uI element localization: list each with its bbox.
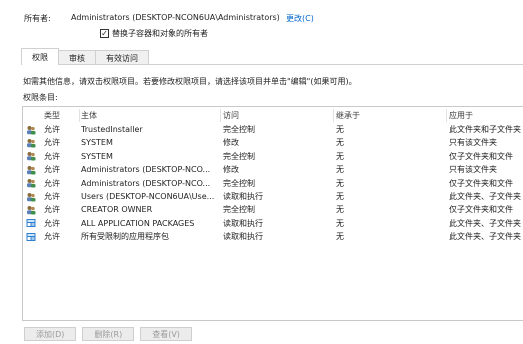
users-icon bbox=[26, 177, 38, 190]
owner-label: 所有者: bbox=[24, 14, 51, 23]
column-header-type[interactable]: 类型 bbox=[44, 109, 80, 122]
cell-applies-to: 仅子文件夹和文件 bbox=[449, 205, 513, 215]
tab-panel-border bbox=[21, 64, 523, 65]
cell-principal: CREATOR OWNER bbox=[81, 205, 153, 215]
add-button[interactable]: 添加(D) bbox=[24, 327, 77, 341]
cell-type: 允许 bbox=[44, 151, 60, 161]
users-icon bbox=[26, 150, 38, 163]
cell-type: 允许 bbox=[44, 218, 60, 228]
users-icon bbox=[26, 123, 38, 136]
cell-type: 允许 bbox=[44, 138, 60, 148]
cell-type: 允许 bbox=[44, 125, 60, 134]
column-header-access[interactable]: 访问 bbox=[223, 109, 333, 122]
cell-principal: 所有受限制的应用程序包 bbox=[81, 232, 169, 242]
cell-principal: Users (DESKTOP-NCON6UA\Use... bbox=[81, 192, 215, 201]
cell-principal: Administrators (DESKTOP-NCO... bbox=[81, 165, 211, 175]
cell-principal: ALL APPLICATION PACKAGES bbox=[81, 218, 195, 228]
table-row[interactable]: 允许 SYSTEM 完全控制 无 仅子文件夹和文件 bbox=[23, 150, 523, 163]
cell-access: 完全控制 bbox=[223, 125, 255, 134]
cell-access: 修改 bbox=[223, 165, 239, 175]
column-header-principal[interactable]: 主体 bbox=[81, 109, 221, 122]
cell-inherited-from: 无 bbox=[336, 151, 344, 161]
cell-type: 允许 bbox=[44, 205, 60, 215]
cell-inherited-from: 无 bbox=[336, 178, 344, 188]
cell-access: 读取和执行 bbox=[223, 192, 263, 201]
cell-applies-to: 只有该文件夹 bbox=[449, 165, 497, 175]
cell-access: 修改 bbox=[223, 138, 239, 148]
package-icon bbox=[26, 230, 38, 243]
users-icon bbox=[26, 203, 38, 216]
button-row: 添加(D) 删除(R) 查看(V) bbox=[24, 327, 192, 341]
hint-text: 如需其他信息，请双击权限项目。若要修改权限项目，请选择该项目并单击"编辑"(如果… bbox=[23, 77, 357, 86]
tab-permissions[interactable]: 权限 bbox=[21, 48, 59, 65]
cell-applies-to: 此文件夹、子文件夹 bbox=[449, 192, 521, 201]
cell-inherited-from: 无 bbox=[336, 125, 344, 134]
cell-applies-to: 此文件夹和子文件夹 bbox=[449, 125, 521, 134]
users-icon bbox=[26, 163, 38, 176]
cell-type: 允许 bbox=[44, 165, 60, 175]
cell-type: 允许 bbox=[44, 232, 60, 242]
cell-access: 完全控制 bbox=[223, 151, 255, 161]
cell-inherited-from: 无 bbox=[336, 218, 344, 228]
cell-applies-to: 仅子文件夹和文件 bbox=[449, 151, 513, 161]
cell-access: 完全控制 bbox=[223, 205, 255, 215]
cell-inherited-from: 无 bbox=[336, 165, 344, 175]
change-owner-link[interactable]: 更改(C) bbox=[286, 13, 314, 24]
table-row[interactable]: 允许 Administrators (DESKTOP-NCO... 修改 无 只有该文件… bbox=[23, 163, 523, 176]
table-row[interactable]: 允许 Users (DESKTOP-NCON6UA\Use... 读取和执行 无 此文件… bbox=[23, 190, 523, 203]
cell-type: 允许 bbox=[44, 192, 60, 201]
cell-applies-to: 此文件夹、子文件夹 bbox=[449, 232, 521, 242]
cell-access: 读取和执行 bbox=[223, 218, 263, 228]
cell-applies-to: 只有该文件夹 bbox=[449, 138, 497, 148]
remove-button[interactable]: 删除(R) bbox=[82, 327, 135, 341]
users-icon bbox=[26, 136, 38, 149]
users-icon bbox=[26, 190, 38, 203]
package-icon bbox=[26, 217, 38, 230]
column-header-applies-to[interactable]: 应用于 bbox=[449, 109, 523, 122]
list-header: 类型 主体 访问 继承于 应用于 bbox=[23, 109, 523, 122]
cell-inherited-from: 无 bbox=[336, 192, 344, 201]
cell-access: 完全控制 bbox=[223, 178, 255, 188]
cell-access: 读取和执行 bbox=[223, 232, 263, 242]
cell-inherited-from: 无 bbox=[336, 232, 344, 242]
owner-value: Administrators (DESKTOP-NCON6UA\Administ… bbox=[71, 13, 280, 22]
table-row[interactable]: 允许 所有受限制的应用程序包 读取和执行 无 此文件夹、子文件夹 bbox=[23, 230, 523, 243]
table-row[interactable]: 允许 CREATOR OWNER 完全控制 无 仅子文件夹和文件 bbox=[23, 203, 523, 216]
cell-principal: SYSTEM bbox=[81, 151, 113, 161]
replace-owner-label: 替换子容器和对象的所有者 bbox=[112, 29, 208, 38]
view-button[interactable]: 查看(V) bbox=[140, 327, 192, 341]
table-row[interactable]: 允许 SYSTEM 修改 无 只有该文件夹 bbox=[23, 136, 523, 149]
cell-inherited-from: 无 bbox=[336, 138, 344, 148]
tab-strip: 权限 审核 有效访问 bbox=[21, 48, 149, 65]
tab-effective-access[interactable]: 有效访问 bbox=[95, 50, 149, 65]
cell-inherited-from: 无 bbox=[336, 205, 344, 215]
table-row[interactable]: 允许 ALL APPLICATION PACKAGES 读取和执行 无 此文件夹、子文件… bbox=[23, 217, 523, 230]
permission-entries-list[interactable]: 类型 主体 访问 继承于 应用于 允许 TrustedInstaller 完全控制无… bbox=[22, 106, 523, 321]
tab-auditing[interactable]: 审核 bbox=[58, 50, 96, 65]
cell-applies-to: 仅子文件夹和文件 bbox=[449, 178, 513, 188]
cell-applies-to: 此文件夹、子文件夹 bbox=[449, 218, 521, 228]
column-header-inherited-from[interactable]: 继承于 bbox=[336, 109, 446, 122]
cell-principal: SYSTEM bbox=[81, 138, 113, 148]
cell-principal: Administrators (DESKTOP-NCO... bbox=[81, 178, 211, 188]
table-row[interactable]: 允许 TrustedInstaller 完全控制 无 此文件夹和子文件夹 bbox=[23, 123, 523, 136]
cell-principal: TrustedInstaller bbox=[81, 125, 143, 134]
cell-type: 允许 bbox=[44, 178, 60, 188]
table-row[interactable]: 允许 Administrators (DESKTOP-NCO... 完全控制 无 仅子文… bbox=[23, 177, 523, 190]
replace-owner-checkbox[interactable]: ✓ bbox=[100, 29, 109, 38]
permission-entries-label: 权限条目: bbox=[23, 93, 58, 102]
replace-owner-option[interactable]: ✓ 替换子容器和对象的所有者 bbox=[100, 28, 208, 39]
